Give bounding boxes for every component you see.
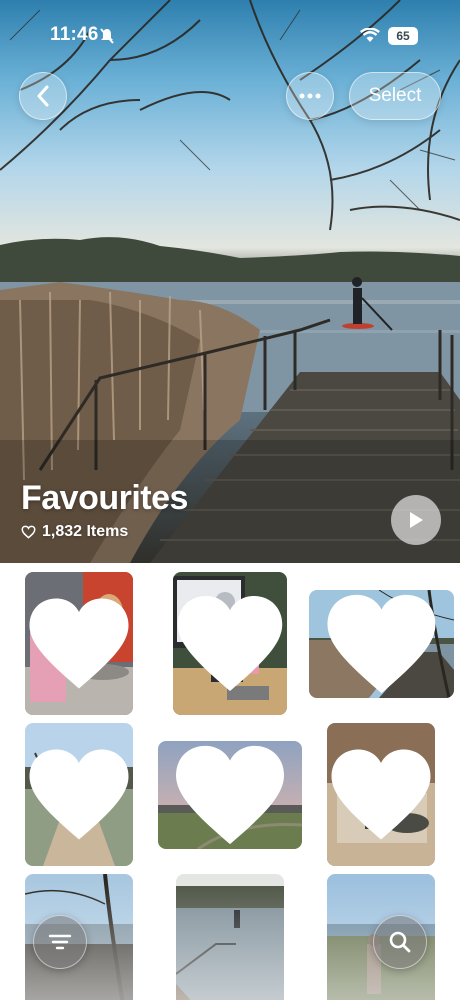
item-count-label: 1,832 Items — [42, 523, 129, 540]
back-button[interactable] — [19, 72, 67, 120]
heart-icon — [29, 598, 129, 689]
play-slideshow-button[interactable] — [391, 495, 441, 545]
heart-icon — [177, 596, 283, 691]
ellipsis-icon — [299, 93, 321, 99]
heart-outline-icon — [21, 525, 36, 539]
select-button[interactable]: Select — [349, 72, 441, 120]
status-time: 11:46 — [50, 24, 99, 45]
photo-thumbnail[interactable] — [25, 572, 133, 715]
album-title: Favourites — [21, 479, 188, 517]
chevron-left-icon — [37, 85, 49, 107]
wifi-icon — [360, 28, 380, 42]
filter-sort-button[interactable] — [33, 915, 87, 969]
heart-icon — [331, 749, 431, 840]
search-button[interactable] — [373, 915, 427, 969]
photo-thumbnail[interactable] — [158, 741, 302, 849]
bell-slash-icon — [100, 28, 114, 44]
album-cover-photo[interactable]: 11:46 65 Select Favourites 1,832 Items — [0, 0, 460, 563]
play-icon — [410, 512, 423, 528]
heart-icon — [176, 745, 284, 845]
photo-thumbnail[interactable] — [327, 723, 435, 866]
photo-image — [176, 874, 284, 1000]
photo-thumbnail[interactable] — [25, 723, 133, 866]
status-bar: 11:46 65 — [0, 0, 460, 60]
photo-thumbnail[interactable] — [173, 572, 287, 715]
photo-thumbnail[interactable] — [309, 590, 454, 698]
more-options-button[interactable] — [286, 72, 334, 120]
filter-icon — [48, 934, 72, 950]
heart-icon — [327, 594, 436, 694]
battery-indicator: 65 — [388, 27, 418, 45]
album-item-count: 1,832 Items — [21, 523, 128, 541]
search-icon — [389, 931, 411, 953]
photo-thumbnail[interactable] — [176, 874, 284, 1000]
heart-icon — [29, 749, 129, 840]
